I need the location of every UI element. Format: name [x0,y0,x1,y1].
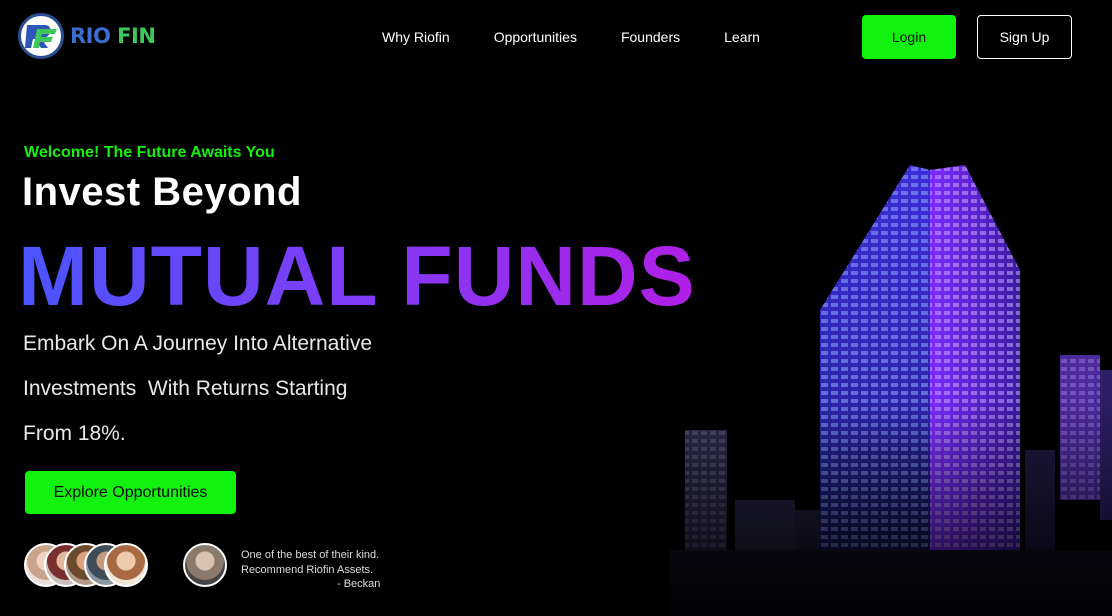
testimonial-quote: One of the best of their kind. Recommend… [241,548,379,578]
testimonial-quote-line-2: Recommend Riofin Assets. [241,564,374,576]
signup-button[interactable]: Sign Up [977,15,1072,59]
nav-link-why-riofin[interactable]: Why Riofin [382,29,450,45]
hero-headline: Invest Beyond [22,170,302,214]
city-skyline-image [520,165,1112,616]
hero-subtext-line-3: From 18%. [23,422,126,445]
testimonial-quote-line-1: One of the best of their kind. [241,549,380,561]
nav-link-founders[interactable]: Founders [621,29,680,45]
hero-highlight: MUTUAL FUNDS [18,229,696,323]
brand-name: RIO FIN [70,24,156,48]
avatar [104,543,148,587]
brand-logo[interactable]: RIO FIN [18,13,156,59]
main-menu: Why Riofin Opportunities Founders Learn [382,29,804,45]
brand-name-part1: RIO [70,24,111,48]
testimonial-avatar [183,543,227,587]
hero-subtext-line-2: Investments With Returns Starting [23,377,348,400]
brand-name-part2: FIN [117,24,156,48]
hero-subtext-line-1: Embark On A Journey Into Alternative [23,332,373,355]
explore-opportunities-button[interactable]: Explore Opportunities [25,471,236,514]
nav-link-opportunities[interactable]: Opportunities [494,29,577,45]
logo-mark-icon [18,13,64,59]
welcome-tagline: Welcome! The Future Awaits You [24,144,275,161]
top-navigation: RIO FIN Why Riofin Opportunities Founder… [0,0,1112,76]
login-button[interactable]: Login [862,15,956,59]
investor-avatars [24,543,148,587]
nav-link-learn[interactable]: Learn [724,29,760,45]
testimonial-author: - Beckan [337,578,381,590]
